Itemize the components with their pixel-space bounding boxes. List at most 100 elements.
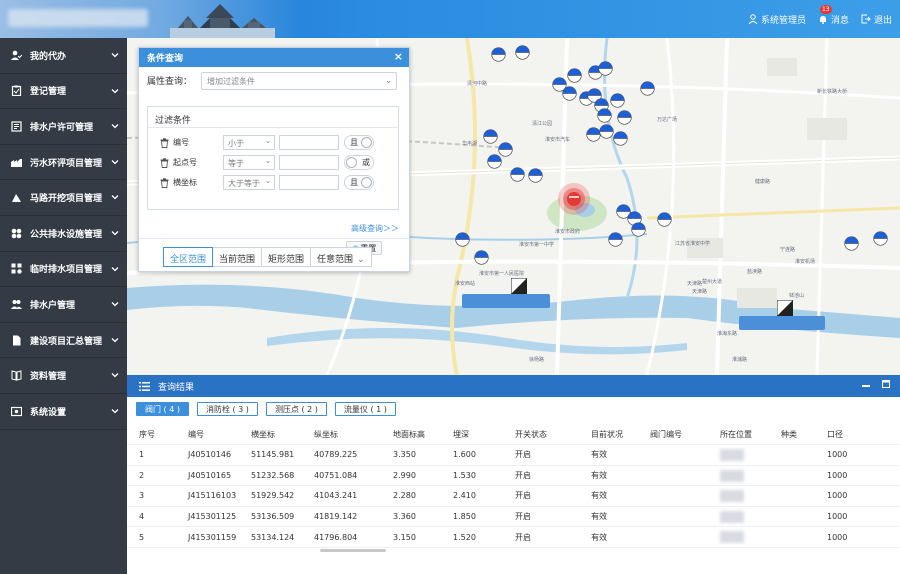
selected-marker-icon[interactable] bbox=[557, 182, 591, 216]
result-tab-2[interactable]: 测压点 ( 2 ) bbox=[265, 402, 327, 416]
filter-value-input[interactable] bbox=[279, 175, 339, 190]
sidebar-item-9[interactable]: 资料管理 bbox=[0, 358, 127, 394]
sidebar-item-4[interactable]: 马路开挖项目管理 bbox=[0, 180, 127, 216]
apps-icon bbox=[10, 263, 22, 275]
filter-field-label: 起点号 bbox=[173, 158, 197, 167]
valve-marker-icon[interactable] bbox=[657, 212, 672, 227]
valve-marker-icon[interactable] bbox=[608, 232, 623, 247]
sidebar-item-5[interactable]: 公共排水设施管理 bbox=[0, 216, 127, 252]
advanced-query-link[interactable]: 高级查询＞＞ bbox=[351, 223, 399, 234]
logout-label: 退出 bbox=[873, 15, 892, 26]
column-header: 所在位置 bbox=[720, 430, 752, 439]
map-label: 华丰湖 bbox=[462, 141, 478, 147]
table-row[interactable]: 3 J415116103 51929.542 41043.241 2.280 2.410 开… bbox=[127, 486, 900, 507]
valve-marker-icon[interactable] bbox=[631, 222, 646, 237]
valve-marker-icon[interactable] bbox=[474, 250, 489, 265]
valve-marker-icon[interactable] bbox=[515, 45, 530, 60]
valve-marker-icon[interactable] bbox=[599, 124, 614, 139]
valve-marker-icon[interactable] bbox=[562, 86, 577, 101]
map-label: 天津路 bbox=[687, 281, 703, 287]
valve-marker-icon[interactable] bbox=[487, 154, 502, 169]
sidebar-item-7[interactable]: 排水户管理 bbox=[0, 287, 127, 323]
table-cell-status: 有效 bbox=[591, 470, 607, 480]
operator-select[interactable]: 小于 ⌄ bbox=[223, 135, 275, 150]
table-cell-elev: 2.990 bbox=[393, 470, 416, 480]
list-icon bbox=[139, 381, 150, 391]
filter-row: 横坐标 大于等于 ⌄ 且 bbox=[160, 175, 374, 190]
flowmeter-icon[interactable] bbox=[777, 300, 793, 316]
logic-toggle[interactable]: 且 bbox=[344, 135, 374, 150]
chevron-down-icon bbox=[111, 53, 119, 58]
table-row[interactable]: 2 J40510165 51232.568 40751.084 2.990 1.530 开启… bbox=[127, 466, 900, 487]
logic-toggle[interactable]: 或 bbox=[344, 155, 374, 170]
scope-buttons: 全区范围 当前范围 矩形范围 任意范围 ⌄ bbox=[163, 247, 372, 267]
valve-marker-icon[interactable] bbox=[483, 129, 498, 144]
sidebar-item-3[interactable]: 污水环评项目管理 bbox=[0, 145, 127, 181]
operator-select[interactable]: 大于等于 ⌄ bbox=[223, 175, 275, 190]
scope-button-0[interactable]: 全区范围 bbox=[163, 247, 214, 267]
attr-filter-select[interactable]: 增加过滤条件 ⌄ bbox=[201, 72, 397, 90]
table-row[interactable]: 5 J415301159 53134.124 41796.804 3.150 1.520 开… bbox=[127, 527, 900, 548]
sidebar-item-label: 排水户管理 bbox=[30, 300, 76, 311]
sidebar-item-2[interactable]: 排水户许可管理 bbox=[0, 109, 127, 145]
valve-marker-icon[interactable] bbox=[873, 231, 888, 246]
valve-marker-icon[interactable] bbox=[510, 167, 525, 182]
map-label: 淮安市第一中学 bbox=[519, 242, 555, 248]
logic-toggle[interactable]: 且 bbox=[344, 175, 374, 190]
horizontal-scrollbar[interactable] bbox=[320, 549, 386, 552]
sidebar-item-6[interactable]: 临时排水项目管理 bbox=[0, 252, 127, 288]
valve-marker-icon[interactable] bbox=[610, 93, 625, 108]
close-icon[interactable]: × bbox=[394, 51, 403, 63]
operator-select[interactable]: 等于 ⌄ bbox=[223, 155, 275, 170]
table-cell-elev: 3.360 bbox=[393, 512, 416, 522]
result-tab-3[interactable]: 流量仪 ( 1 ) bbox=[334, 402, 396, 416]
user-menu[interactable]: 系统管理员 bbox=[748, 13, 806, 26]
map-label: 盐渎路 bbox=[747, 269, 763, 275]
valve-marker-icon[interactable] bbox=[567, 68, 582, 83]
minimize-icon[interactable] bbox=[862, 380, 870, 388]
valve-marker-icon[interactable] bbox=[455, 232, 470, 247]
chevron-down-icon: ⌄ bbox=[265, 157, 271, 165]
valve-marker-icon[interactable] bbox=[613, 131, 628, 146]
condition-query-panel: 条件查询 × 属性查询： 增加过滤条件 ⌄ 过滤条件 编号 小于 ⌄ 且起点号 等于 ⌄ 或… bbox=[138, 47, 410, 272]
filter-value-input[interactable] bbox=[279, 135, 339, 150]
messages-button[interactable]: 13 消息 bbox=[818, 4, 849, 26]
scope-button-1[interactable]: 当前范围 bbox=[212, 247, 263, 267]
valve-marker-icon[interactable] bbox=[640, 81, 655, 96]
scope-button-3[interactable]: 任意范围 ⌄ bbox=[310, 247, 372, 267]
logout-button[interactable]: 退出 bbox=[861, 13, 892, 26]
sidebar-item-10[interactable]: 系统设置 bbox=[0, 394, 127, 430]
maximize-icon[interactable] bbox=[882, 380, 890, 388]
valve-marker-icon[interactable] bbox=[597, 108, 612, 123]
table-row[interactable]: 4 J415301125 53136.509 41819.142 3.360 1.850 开… bbox=[127, 507, 900, 528]
valve-marker-icon[interactable] bbox=[528, 168, 543, 183]
table-cell-dia: 1000 bbox=[827, 470, 848, 480]
table-cell-status: 有效 bbox=[591, 450, 607, 460]
license-icon bbox=[10, 120, 22, 132]
flowmeter-icon[interactable] bbox=[511, 278, 527, 294]
toggle-knob bbox=[361, 177, 372, 188]
map-label: 健康路 bbox=[755, 179, 771, 185]
valve-marker-icon[interactable] bbox=[598, 61, 613, 76]
sidebar-item-1[interactable]: 登记管理 bbox=[0, 74, 127, 110]
valve-marker-icon[interactable] bbox=[844, 236, 859, 251]
table-row[interactable]: 1 J40510146 51145.981 40789.225 3.350 1.600 开启… bbox=[127, 445, 900, 466]
table-cell-code: J415301159 bbox=[188, 532, 237, 542]
trash-icon[interactable] bbox=[160, 157, 169, 168]
table-cell-switch: 开启 bbox=[515, 491, 531, 501]
result-tab-1[interactable]: 消防栓 ( 3 ) bbox=[196, 402, 258, 416]
scope-label: 任意范围 bbox=[317, 255, 354, 265]
trash-icon[interactable] bbox=[160, 137, 169, 148]
valve-marker-icon[interactable] bbox=[491, 47, 506, 62]
map-label: 淮安市汽车 bbox=[545, 137, 571, 143]
valve-marker-icon[interactable] bbox=[617, 110, 632, 125]
scope-button-2[interactable]: 矩形范围 bbox=[261, 247, 312, 267]
result-tab-0[interactable]: 阀门 ( 4 ) bbox=[136, 402, 189, 416]
filter-value-input[interactable] bbox=[279, 155, 339, 170]
table-cell-depth: 1.520 bbox=[453, 532, 476, 542]
results-header: 查询结果 bbox=[127, 375, 900, 397]
trash-icon[interactable] bbox=[160, 177, 169, 188]
sidebar-item-8[interactable]: 建设项目汇总管理 bbox=[0, 323, 127, 359]
sidebar-item-0[interactable]: 我的代办 bbox=[0, 38, 127, 74]
map-label: 清河中路 bbox=[467, 81, 488, 87]
